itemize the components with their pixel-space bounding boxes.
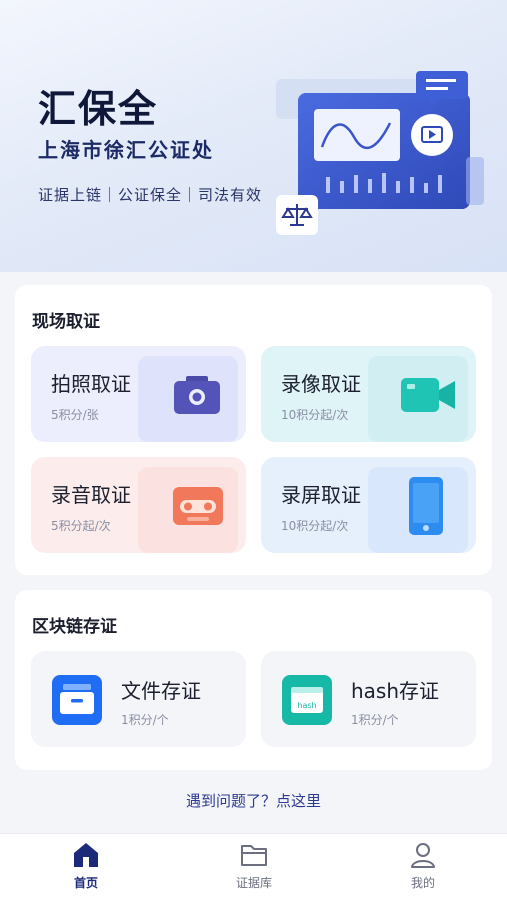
profile-icon <box>411 843 435 868</box>
blockchain-evidence-section: 区块链存证 文件存证 1积分/个 hash hash存证 1积分/个 <box>15 590 492 770</box>
phone-icon <box>409 477 443 535</box>
tile-title: 录像取证 <box>281 372 361 396</box>
feature-tags: 证据上链｜公证保全｜司法有效 <box>38 186 263 204</box>
folder-icon <box>241 845 267 866</box>
camera-icon <box>174 376 220 414</box>
tile-price: 1积分/个 <box>121 713 169 727</box>
cassette-icon <box>173 487 223 525</box>
section-title-blockchain: 区块链存证 <box>32 617 117 637</box>
tile-price: 5积分/张 <box>51 408 99 422</box>
tab-label: 证据库 <box>235 876 272 890</box>
onsite-evidence-section: 现场取证 拍照取证 5积分/张 录像取证 10积分起/次 录音取证 5积分起/次 <box>15 285 492 575</box>
tile-title: 录屏取证 <box>281 483 361 507</box>
hash-evidence-tile[interactable]: hash hash存证 1积分/个 <box>261 651 476 747</box>
help-link[interactable]: 遇到问题了？点这里 <box>0 790 507 811</box>
file-box-icon <box>52 675 102 725</box>
tab-evidence-library[interactable]: 证据库 <box>194 842 314 891</box>
hash-card-icon: hash <box>282 675 332 725</box>
notary-office-name: 上海市徐汇公证处 <box>38 138 214 162</box>
tab-home[interactable]: 首页 <box>26 842 146 891</box>
tile-price: 10积分起/次 <box>281 519 349 533</box>
tile-title: 录音取证 <box>51 483 131 507</box>
home-icon <box>74 843 98 867</box>
section-title-onsite: 现场取证 <box>32 312 100 332</box>
screen-record-evidence-tile[interactable]: 录屏取证 10积分起/次 <box>261 457 476 553</box>
tab-label: 我的 <box>410 876 435 890</box>
tab-profile[interactable]: 我的 <box>363 842 483 891</box>
photo-evidence-tile[interactable]: 拍照取证 5积分/张 <box>31 346 246 442</box>
video-camera-icon <box>401 378 455 412</box>
tile-price: 1积分/个 <box>351 713 399 727</box>
tile-title: hash存证 <box>351 679 440 703</box>
tab-label: 首页 <box>73 876 98 890</box>
tile-title: 文件存证 <box>121 679 201 703</box>
file-evidence-tile[interactable]: 文件存证 1积分/个 <box>31 651 246 747</box>
app-title: 汇保全 <box>38 87 159 131</box>
hero-illustration <box>276 71 484 235</box>
tile-price: 10积分起/次 <box>281 408 349 422</box>
hero-banner: 汇保全 上海市徐汇公证处 证据上链｜公证保全｜司法有效 <box>0 0 507 272</box>
tile-title: 拍照取证 <box>51 372 131 396</box>
hash-icon-text: hash <box>297 701 316 710</box>
bottom-tab-bar: 首页 证据库 我的 <box>0 833 507 900</box>
audio-evidence-tile[interactable]: 录音取证 5积分起/次 <box>31 457 246 553</box>
video-evidence-tile[interactable]: 录像取证 10积分起/次 <box>261 346 476 442</box>
tile-price: 5积分起/次 <box>51 519 111 533</box>
